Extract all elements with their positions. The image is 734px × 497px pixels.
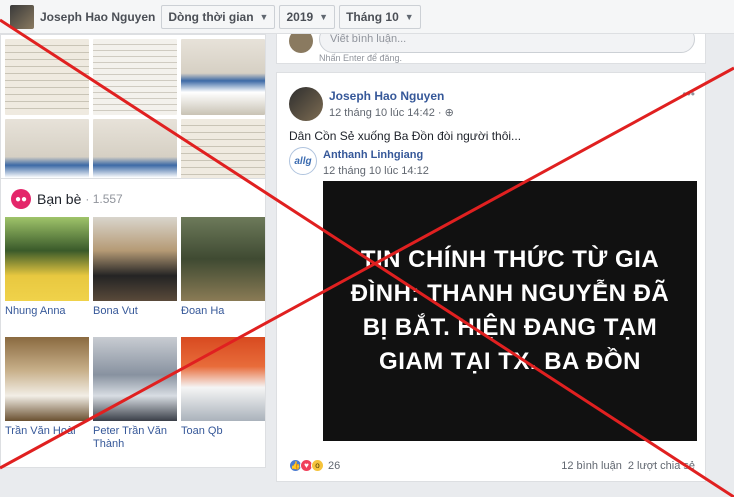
friend-name[interactable]: Bona Vut	[93, 305, 177, 331]
profile-avatar[interactable]	[10, 4, 34, 29]
post-image-text: TIN CHÍNH THỨC TỪ GIA ĐÌNH: THANH NGUYỄN…	[350, 246, 670, 375]
friends-icon: ●●	[11, 189, 31, 209]
post-time-text: 12 tháng 10 lúc 14:42 ·	[329, 107, 445, 119]
friends-grid: Nhung Anna Bona Vut Đoan Ha Trần Văn Hoà…	[1, 217, 265, 457]
photo-thumbnail[interactable]	[93, 39, 177, 115]
friends-count: · 1.557	[85, 192, 123, 206]
friend-card[interactable]: Peter Trần Văn Thành	[93, 337, 177, 451]
post-author-avatar[interactable]	[289, 87, 323, 121]
post-author-name[interactable]: Joseph Hao Nguyen	[329, 89, 444, 103]
photo-thumbnail[interactable]	[5, 39, 89, 115]
friend-name[interactable]: Trần Văn Hoài	[5, 425, 89, 451]
composer-hint: Nhấn Enter để đăng.	[319, 53, 403, 63]
timeline-post: Joseph Hao Nguyen 12 tháng 10 lúc 14:42 …	[276, 72, 706, 482]
friend-card[interactable]: Trần Văn Hoài	[5, 337, 89, 451]
friends-panel: ●● Bạn bè · 1.557 Nhung Anna Bona Vut Đo…	[0, 178, 266, 468]
comment-placeholder: Viết bình luận...	[330, 33, 407, 45]
friend-photo[interactable]	[5, 217, 89, 301]
shared-author-name[interactable]: Anthanh Linhgiang	[323, 149, 423, 161]
friend-photo[interactable]	[5, 337, 89, 421]
friend-name[interactable]: Nhung Anna	[5, 305, 89, 331]
reactions-count[interactable]: 26	[328, 460, 340, 472]
shares-count[interactable]: 2 lượt chia sẻ	[628, 460, 695, 472]
friend-name[interactable]: Peter Trần Văn Thành	[93, 425, 177, 451]
globe-icon: ⊕	[444, 107, 454, 119]
friend-card[interactable]: Bona Vut	[93, 217, 177, 331]
friend-photo[interactable]	[181, 337, 265, 421]
month-dropdown[interactable]: Tháng 10 ▼	[339, 4, 421, 29]
wow-reaction-icon[interactable]: o	[311, 459, 324, 472]
friend-card[interactable]: Toan Qb	[181, 337, 265, 451]
friends-header: ●● Bạn bè · 1.557	[1, 179, 265, 217]
friend-photo[interactable]	[93, 337, 177, 421]
friend-card[interactable]: Nhung Anna	[5, 217, 89, 331]
friend-name[interactable]: Toan Qb	[181, 425, 265, 451]
post-text: Dân Cồn Sẻ xuống Ba Đồn đòi người thôi..…	[289, 129, 522, 143]
friend-photo[interactable]	[93, 217, 177, 301]
comments-count[interactable]: 12 bình luận	[561, 460, 622, 472]
friend-name[interactable]: Đoan Ha	[181, 305, 265, 331]
post-footer: 👍 ♥ o 26 12 bình luận 2 lượt chia sẻ	[289, 459, 695, 472]
section-dropdown-label: Dòng thời gian	[168, 9, 254, 24]
shared-author-avatar[interactable]: allg	[289, 147, 317, 175]
friends-title[interactable]: Bạn bè	[37, 191, 81, 207]
post-image[interactable]: TIN CHÍNH THỨC TỪ GIA ĐÌNH: THANH NGUYỄN…	[323, 181, 697, 441]
post-timestamp[interactable]: 12 tháng 10 lúc 14:42 · ⊕	[329, 106, 454, 119]
shared-timestamp[interactable]: 12 tháng 10 lúc 14:12	[323, 165, 429, 177]
chevron-down-icon: ▼	[404, 11, 414, 22]
profile-name[interactable]: Joseph Hao Nguyen	[40, 10, 155, 24]
chevron-down-icon: ▼	[319, 11, 329, 22]
year-dropdown-label: 2019	[286, 9, 314, 24]
friend-card[interactable]: Đoan Ha	[181, 217, 265, 331]
post-menu-icon[interactable]: •••	[682, 87, 695, 101]
timeline-nav-bar: Joseph Hao Nguyen Dòng thời gian ▼ 2019 …	[0, 0, 734, 34]
friend-photo[interactable]	[181, 217, 265, 301]
section-dropdown[interactable]: Dòng thời gian ▼	[161, 4, 276, 29]
photo-thumbnail[interactable]	[181, 39, 265, 115]
year-dropdown[interactable]: 2019 ▼	[279, 4, 336, 29]
month-dropdown-label: Tháng 10	[346, 9, 399, 24]
chevron-down-icon: ▼	[259, 11, 269, 22]
